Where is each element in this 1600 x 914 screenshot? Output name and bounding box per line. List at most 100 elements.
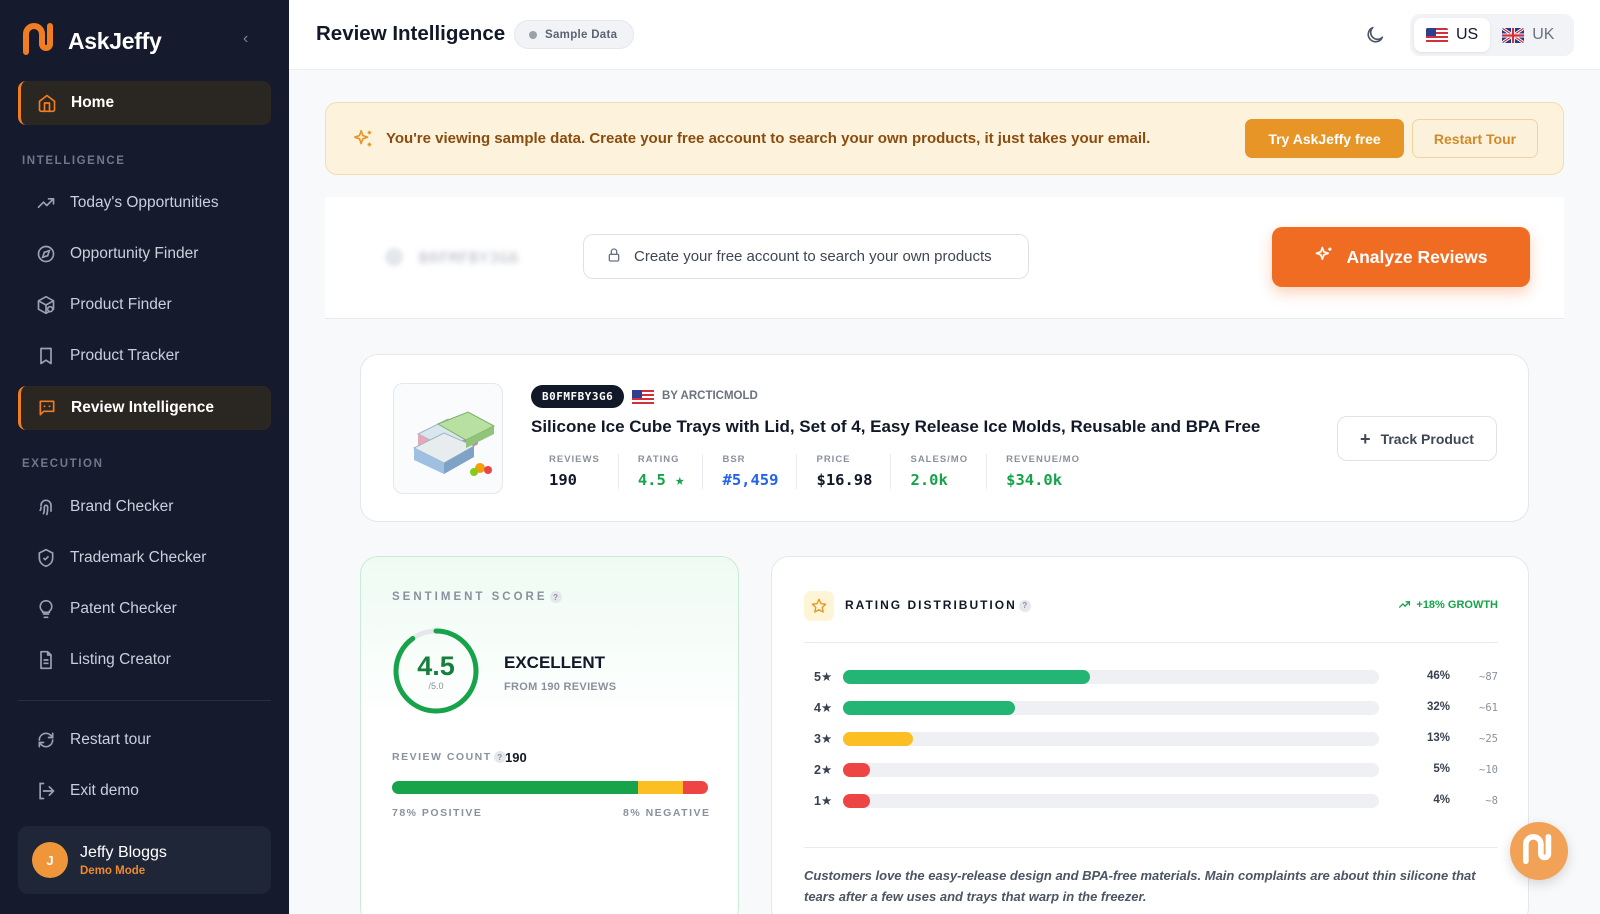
region-us-label: US: [1456, 26, 1479, 43]
moon-icon[interactable]: [1364, 24, 1386, 51]
sidebar-item-label: Opportunity Finder: [70, 245, 199, 262]
region-us-button[interactable]: US: [1414, 18, 1491, 52]
sentiment-bar-neutral: [638, 781, 683, 794]
sidebar-item-label: Patent Checker: [70, 600, 177, 617]
review-summary: Customers love the easy-release design a…: [804, 868, 1476, 904]
rating-count: ~8: [1485, 795, 1498, 807]
sidebar-item-todays-opportunities[interactable]: Today's Opportunities: [18, 181, 271, 225]
sidebar-item-restart-tour[interactable]: Restart tour: [18, 718, 271, 762]
assistant-fab[interactable]: [1510, 822, 1568, 880]
stat-value: $34.0k: [1006, 471, 1063, 489]
rating-row: 4★ 32% ~61: [814, 700, 1504, 716]
rating-bar-fill: [843, 732, 913, 746]
message-square-icon: [39, 400, 55, 416]
banner-message: You're viewing sample data. Create your …: [386, 130, 1151, 147]
brand-name: AskJeffy: [68, 28, 162, 54]
lock-icon: [606, 247, 622, 267]
sidebar-item-label: Listing Creator: [70, 651, 171, 668]
rating-star-label: 3★: [814, 732, 833, 746]
analyze-reviews-button[interactable]: Analyze Reviews: [1272, 227, 1530, 287]
askjeffy-logo-icon: [22, 22, 58, 61]
sample-data-label: Sample Data: [545, 28, 618, 41]
sidebar-item-label: Product Finder: [70, 296, 172, 313]
sidebar-item-trademark-checker[interactable]: Trademark Checker: [18, 536, 271, 580]
sample-data-banner: You're viewing sample data. Create your …: [325, 102, 1564, 175]
negative-label: 8% NEGATIVE: [623, 807, 711, 819]
rating-distribution-title-text: RATING DISTRIBUTION: [845, 598, 1017, 612]
collapse-sidebar-icon[interactable]: ‹: [243, 30, 248, 48]
user-name: Jeffy Bloggs: [80, 843, 167, 861]
sentiment-score: 4.5: [417, 651, 455, 681]
stat-label: PRICE: [816, 454, 851, 465]
trending-up-icon: [1399, 601, 1411, 608]
section-label-execution: EXECUTION: [22, 458, 104, 470]
stat-value: 190: [549, 471, 577, 489]
star-icon: [804, 591, 834, 621]
us-flag-icon: [1426, 27, 1448, 43]
stat-label: RATING: [637, 454, 680, 465]
sentiment-score-max: /5.0: [428, 681, 444, 691]
sidebar-item-exit-demo[interactable]: Exit demo: [18, 769, 271, 813]
status-dot: [529, 30, 537, 39]
try-askjeffy-button[interactable]: Try AskJeffy free: [1245, 119, 1404, 158]
sidebar-item-label: Home: [71, 94, 115, 111]
product-image: [393, 383, 503, 494]
rating-bar-fill: [843, 794, 870, 808]
locked-message: Create your free account to search your …: [634, 248, 992, 265]
blurred-icon: [385, 248, 403, 266]
growth-label: +18% GROWTH: [1416, 598, 1498, 611]
user-mode: Demo Mode: [80, 864, 146, 877]
bookmark-icon: [40, 347, 52, 365]
product-card: B0FMFBY3G6 BY ARCTICMOLD Silicone Ice Cu…: [360, 354, 1529, 522]
region-uk-label: UK: [1532, 26, 1555, 43]
help-icon[interactable]: ?: [493, 751, 506, 764]
sentiment-card: SENTIMENT SCORE? 4.5 /5.0 EXCELLENT FROM…: [360, 556, 739, 914]
compass-icon: [37, 245, 55, 263]
stat-rating: RATING 4.5 ★: [617, 454, 703, 489]
rating-percent: 5%: [1433, 763, 1450, 775]
growth-badge: +18% GROWTH: [1398, 598, 1498, 611]
track-product-button[interactable]: + Track Product: [1337, 416, 1497, 461]
user-card[interactable]: J Jeffy Bloggs Demo Mode: [18, 826, 271, 894]
fingerprint-icon: [39, 499, 52, 516]
rating-star-label: 4★: [814, 701, 833, 715]
topbar: Review Intelligence Sample Data US UK: [289, 0, 1600, 70]
stat-label: BSR: [722, 454, 746, 465]
rating-row: 3★ 13% ~25: [814, 731, 1504, 747]
refresh-icon: [38, 732, 54, 748]
sidebar-item-brand-checker[interactable]: Brand Checker: [18, 485, 271, 529]
blurred-asin-input: B0FMFBY3G6: [419, 249, 520, 267]
rating-count: ~87: [1479, 671, 1498, 683]
shield-check-icon: [38, 548, 54, 568]
help-icon[interactable]: ?: [1018, 599, 1031, 612]
positive-label: 78% POSITIVE: [392, 807, 483, 819]
sidebar-item-opportunity-finder[interactable]: Opportunity Finder: [18, 232, 271, 276]
stat-reviews: REVIEWS 190: [531, 454, 618, 489]
help-icon[interactable]: ?: [549, 591, 562, 603]
sidebar-item-listing-creator[interactable]: Listing Creator: [18, 638, 271, 682]
rating-percent: 32%: [1426, 701, 1450, 713]
rating-bar-track: [843, 763, 1379, 777]
brand[interactable]: AskJeffy: [22, 22, 162, 61]
locked-search-field[interactable]: Create your free account to search your …: [583, 234, 1029, 279]
sidebar-item-home[interactable]: Home: [18, 81, 271, 125]
sidebar-item-review-intelligence[interactable]: Review Intelligence: [18, 386, 271, 430]
rating-percent: 4%: [1433, 794, 1450, 806]
sidebar-item-patent-checker[interactable]: Patent Checker: [18, 587, 271, 631]
sentiment-bar-negative: [682, 781, 708, 794]
sidebar-item-label: Today's Opportunities: [70, 194, 219, 211]
rating-bar-track: [843, 732, 1379, 746]
sidebar-item-product-tracker[interactable]: Product Tracker: [18, 334, 271, 378]
region-uk-button[interactable]: UK: [1490, 18, 1566, 52]
sidebar-divider: [18, 700, 271, 701]
sentiment-label-text: SENTIMENT SCORE: [392, 591, 548, 604]
sparkles-icon: [1314, 245, 1334, 270]
rating-bar-fill: [843, 701, 1015, 715]
sidebar-item-product-finder[interactable]: Product Finder: [18, 283, 271, 327]
sentiment-verdict-sub: FROM 190 REVIEWS: [504, 681, 617, 693]
sentiment-bar-positive: [392, 781, 639, 794]
rating-count: ~10: [1479, 764, 1498, 776]
sentiment-verdict: EXCELLENT: [504, 653, 606, 672]
plus-icon: +: [1360, 428, 1371, 449]
restart-tour-button[interactable]: Restart Tour: [1412, 119, 1538, 158]
